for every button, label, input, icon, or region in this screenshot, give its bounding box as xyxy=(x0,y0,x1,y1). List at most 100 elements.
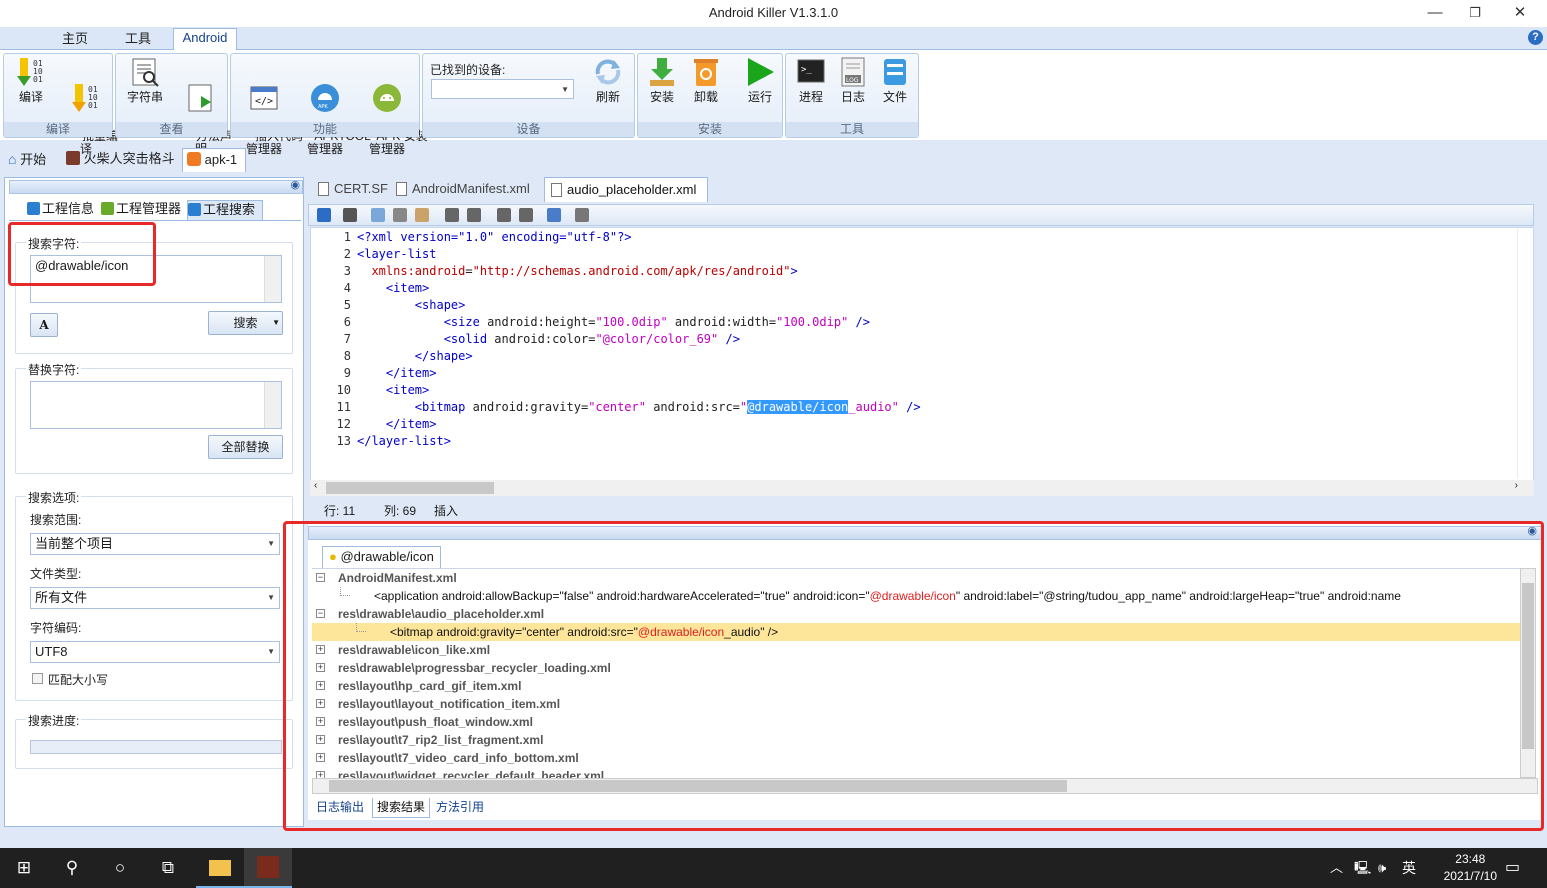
notification-icon[interactable]: ▭ xyxy=(1505,848,1520,888)
scroll-right-icon[interactable]: › xyxy=(1515,480,1518,491)
tab-cert-sf[interactable]: CERT.SF xyxy=(312,177,390,202)
code-token: "center" xyxy=(588,400,646,414)
scroll-left-icon[interactable]: ‹ xyxy=(314,480,317,491)
undo-icon[interactable] xyxy=(445,208,459,222)
tab-apk-1[interactable]: apk-1 xyxy=(182,148,246,172)
clock-time: 23:48 xyxy=(1455,852,1486,866)
tab-project-search[interactable]: 工程搜索 xyxy=(187,200,263,220)
install-button[interactable]: 安装 xyxy=(640,56,684,104)
log-button[interactable]: LOG 日志 xyxy=(832,56,874,104)
close-button[interactable]: ✕ xyxy=(1497,0,1543,27)
run-label: 运行 xyxy=(747,90,772,104)
tab-project-game[interactable]: 火柴人突击格斗 xyxy=(66,148,178,172)
cut-icon[interactable] xyxy=(393,208,407,222)
android-killer-taskbar-icon[interactable] xyxy=(244,848,292,888)
code-line[interactable]: 13 </layer-list> xyxy=(311,433,451,450)
group-label-view: 查看 xyxy=(116,122,227,137)
tab-start[interactable]: ⌂ 开始 xyxy=(8,148,63,172)
eye-icon[interactable]: ◉ xyxy=(290,178,300,191)
scrollbar-thumb[interactable] xyxy=(326,482,494,494)
install-label: 安装 xyxy=(649,90,674,104)
maximize-button[interactable]: ❐ xyxy=(1452,0,1498,27)
encoding-select[interactable]: UTF8 ▼ xyxy=(30,641,280,663)
dropdown-arrow-icon[interactable]: ▼ xyxy=(272,312,280,334)
cortana-icon[interactable]: ○ xyxy=(96,848,144,888)
code-line[interactable]: 1 <?xml version="1.0" encoding="utf-8"?> xyxy=(311,229,632,246)
file-button[interactable]: 文件 xyxy=(874,56,916,104)
code-line[interactable]: 3 xmlns:android="http://schemas.android.… xyxy=(311,263,798,280)
font-button[interactable]: A xyxy=(30,313,58,337)
replace-all-button[interactable]: 全部替换 xyxy=(208,435,283,459)
code-line[interactable]: 8 </shape> xyxy=(311,348,473,365)
clock[interactable]: 23:48 2021/7/10 xyxy=(1444,851,1497,885)
code-line[interactable]: 4 <item> xyxy=(311,280,430,297)
code-line[interactable]: 6 <size android:height="100.0dip" androi… xyxy=(311,314,870,331)
code-line[interactable]: 7 <solid android:color="@color/color_69"… xyxy=(311,331,740,348)
forward-icon[interactable] xyxy=(519,208,533,222)
ime-indicator[interactable]: 英 xyxy=(1402,848,1416,888)
search-icon[interactable]: ⚲ xyxy=(48,848,96,888)
code-vertical-scrollbar[interactable] xyxy=(1517,228,1533,478)
redo-icon[interactable] xyxy=(467,208,481,222)
network-icon[interactable]: 🖳 xyxy=(1354,848,1371,888)
search-progress-bar xyxy=(30,740,282,754)
tab-tools[interactable]: 工具 xyxy=(118,30,158,50)
search-input-scrollbar[interactable] xyxy=(264,256,281,302)
code-line[interactable]: 11 <bitmap android:gravity="center" andr… xyxy=(311,399,921,416)
settings-icon[interactable] xyxy=(575,208,589,222)
code-editor[interactable]: 1 <?xml version="1.0" encoding="utf-8"?> 2… xyxy=(310,227,1534,495)
code-line[interactable]: 5 <shape> xyxy=(311,297,466,314)
line-number: 9 xyxy=(343,366,351,380)
match-case-checkbox[interactable] xyxy=(32,673,43,684)
tab-project-manager-label: 工程管理器 xyxy=(116,201,182,216)
code-token: = xyxy=(465,264,473,278)
code-line[interactable]: 2 <layer-list xyxy=(311,246,437,263)
filetype-label: 文件类型: xyxy=(30,567,82,581)
compile-button[interactable]: 01 10 01 编译 xyxy=(8,56,54,104)
svg-text:01: 01 xyxy=(88,101,98,110)
code-line[interactable]: 10 <item> xyxy=(311,382,430,399)
tab-audio-placeholder[interactable]: audio_placeholder.xml xyxy=(544,177,708,202)
chevron-down-icon: ▼ xyxy=(267,539,275,548)
scope-value: 当前整个项目 xyxy=(35,536,114,551)
refresh-button[interactable]: 刷新 xyxy=(587,56,629,104)
code-token: </layer-list> xyxy=(357,434,451,448)
search-button[interactable]: 搜索 ▼ xyxy=(208,311,283,335)
editor-toolbar xyxy=(308,204,1534,226)
save-icon[interactable] xyxy=(343,208,357,222)
tab-project-manager[interactable]: 工程管理器 xyxy=(101,200,185,220)
volume-icon[interactable]: 🕪 xyxy=(1378,848,1386,888)
back-icon[interactable] xyxy=(497,208,511,222)
line-number: 7 xyxy=(343,332,351,346)
tray-chevron-icon[interactable]: ︿ xyxy=(1330,848,1343,888)
windows-start-icon[interactable]: ⊞ xyxy=(0,848,48,888)
code-line[interactable]: 12 </item> xyxy=(311,416,437,433)
scope-select[interactable]: 当前整个项目 ▼ xyxy=(30,533,280,555)
search-button-label: 搜索 xyxy=(233,316,258,330)
code-horizontal-scrollbar[interactable]: ‹ › xyxy=(310,480,1534,496)
code-line[interactable]: 9 </item> xyxy=(311,365,437,382)
tab-androidmanifest[interactable]: AndroidManifest.xml xyxy=(392,177,542,202)
strings-button[interactable]: 字符串 xyxy=(120,56,170,104)
taskbar: ⊞ ⚲ ○ ⧉ ︿ 🖳 🕪 英 23:48 2021/7/10 ▭ xyxy=(0,848,1547,888)
copy-icon[interactable] xyxy=(371,208,385,222)
help-icon[interactable]: ? xyxy=(1528,30,1543,45)
uninstall-button[interactable]: 卸载 xyxy=(684,56,728,104)
lock-icon[interactable] xyxy=(317,208,331,222)
tab-home[interactable]: 主页 xyxy=(55,30,95,50)
file-explorer-icon[interactable] xyxy=(196,848,244,888)
filetype-select[interactable]: 所有文件 ▼ xyxy=(30,587,280,609)
replace-input-scrollbar[interactable] xyxy=(264,382,281,428)
device-select[interactable]: ▼ xyxy=(431,79,574,99)
tab-android[interactable]: Android xyxy=(173,28,237,51)
task-view-icon[interactable]: ⧉ xyxy=(144,848,192,888)
format-icon[interactable] xyxy=(547,208,561,222)
line-number: 12 xyxy=(336,417,351,431)
process-button[interactable]: >_ 进程 xyxy=(790,56,832,104)
run-button[interactable]: 运行 xyxy=(738,56,782,104)
tab-project-info[interactable]: 工程信息 xyxy=(27,200,99,220)
replace-input[interactable] xyxy=(30,381,282,429)
line-number: 11 xyxy=(336,400,351,414)
paste-icon[interactable] xyxy=(415,208,429,222)
